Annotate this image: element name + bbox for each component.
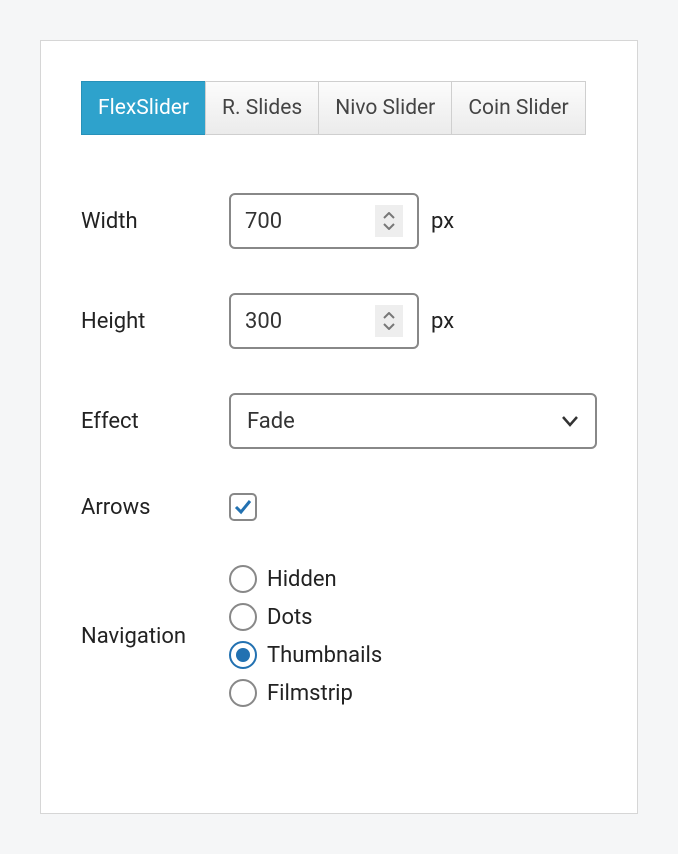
- radio-icon: [229, 565, 257, 593]
- tab-r-slides[interactable]: R. Slides: [205, 81, 319, 135]
- navigation-label: Navigation: [81, 624, 229, 649]
- height-row: Height 300 px: [81, 293, 597, 349]
- radio-icon: [229, 679, 257, 707]
- width-row: Width 700 px: [81, 193, 597, 249]
- width-unit: px: [431, 209, 454, 234]
- height-value: 300: [245, 309, 282, 334]
- width-input[interactable]: 700: [229, 193, 419, 249]
- width-label: Width: [81, 209, 229, 234]
- navigation-option-thumbnails[interactable]: Thumbnails: [229, 641, 382, 669]
- arrows-label: Arrows: [81, 495, 229, 520]
- arrows-checkbox[interactable]: [229, 493, 257, 521]
- chevron-up-icon: [383, 212, 395, 220]
- chevron-up-icon: [383, 312, 395, 320]
- width-value: 700: [245, 209, 282, 234]
- settings-panel: FlexSlider R. Slides Nivo Slider Coin Sl…: [40, 40, 638, 814]
- slider-type-tabs: FlexSlider R. Slides Nivo Slider Coin Sl…: [81, 81, 597, 135]
- check-icon: [233, 497, 253, 517]
- arrows-row: Arrows: [81, 493, 597, 521]
- radio-label: Filmstrip: [267, 681, 353, 706]
- tab-coin-slider[interactable]: Coin Slider: [451, 81, 585, 135]
- navigation-option-hidden[interactable]: Hidden: [229, 565, 382, 593]
- effect-value: Fade: [247, 409, 295, 434]
- chevron-down-icon: [561, 415, 579, 427]
- effect-select[interactable]: Fade: [229, 393, 597, 449]
- tab-nivo-slider[interactable]: Nivo Slider: [318, 81, 452, 135]
- radio-label: Dots: [267, 605, 313, 630]
- tab-flexslider[interactable]: FlexSlider: [81, 81, 206, 135]
- radio-icon: [229, 641, 257, 669]
- height-stepper[interactable]: [375, 305, 403, 337]
- radio-label: Hidden: [267, 567, 337, 592]
- navigation-option-filmstrip[interactable]: Filmstrip: [229, 679, 382, 707]
- height-unit: px: [431, 309, 454, 334]
- height-input[interactable]: 300: [229, 293, 419, 349]
- navigation-option-dots[interactable]: Dots: [229, 603, 382, 631]
- navigation-row: Navigation Hidden Dots Thumbnails Filmst…: [81, 565, 597, 707]
- effect-row: Effect Fade: [81, 393, 597, 449]
- height-label: Height: [81, 309, 229, 334]
- radio-icon: [229, 603, 257, 631]
- effect-label: Effect: [81, 409, 229, 434]
- radio-label: Thumbnails: [267, 643, 382, 668]
- navigation-radio-group: Hidden Dots Thumbnails Filmstrip: [229, 565, 382, 707]
- chevron-down-icon: [383, 322, 395, 330]
- width-stepper[interactable]: [375, 205, 403, 237]
- chevron-down-icon: [383, 222, 395, 230]
